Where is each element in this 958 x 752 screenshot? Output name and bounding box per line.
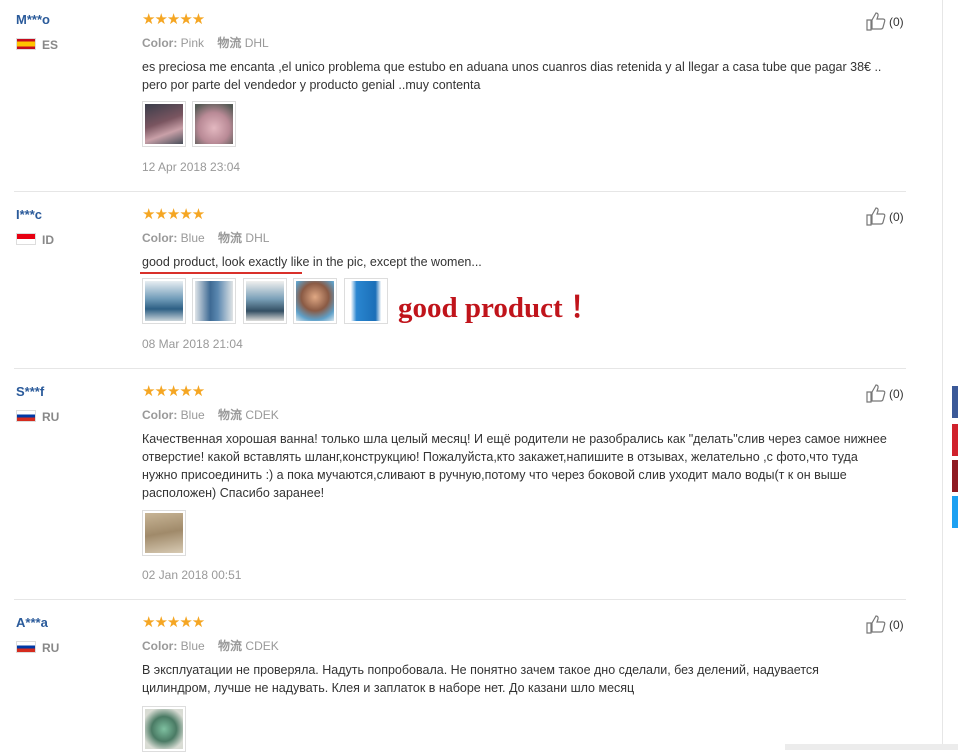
review-photos <box>142 706 188 752</box>
review-date: 08 Mar 2018 21:04 <box>142 337 243 351</box>
logistics-value: CDEK <box>245 408 279 422</box>
logistics-value: DHL <box>244 36 269 50</box>
reviewer-country: RU <box>16 410 59 424</box>
review-photo[interactable] <box>142 706 186 752</box>
divider <box>14 368 906 369</box>
review-photo[interactable] <box>242 278 287 324</box>
flag-id-icon <box>16 233 36 245</box>
review-text: В эксплуатации не проверяла. Надуть попр… <box>142 663 819 695</box>
review-photos <box>142 101 238 147</box>
reviewer-country: ES <box>16 38 58 52</box>
share-button-blue[interactable] <box>952 386 958 418</box>
reviewer-name: A***a <box>16 615 48 630</box>
helpful-count: (0) <box>889 618 904 632</box>
reviewer-country: RU <box>16 641 59 655</box>
thumbs-up-icon <box>866 12 886 31</box>
review-meta: Color: Blue 物流 CDEK <box>142 408 279 422</box>
helpful-button[interactable]: (0) <box>865 614 904 634</box>
review-date: 12 Apr 2018 23:04 <box>142 160 241 174</box>
review-photo[interactable] <box>142 510 186 556</box>
share-button-cyan[interactable] <box>952 496 958 528</box>
helpful-button[interactable]: (0) <box>865 383 904 403</box>
color-value: Pink <box>180 36 205 50</box>
logistics-value: DHL <box>245 231 270 245</box>
review-photos <box>142 278 390 324</box>
helpful-count: (0) <box>889 15 904 29</box>
color-value: Blue <box>180 408 205 422</box>
horizontal-scrollbar[interactable] <box>785 744 958 750</box>
thumbs-up-icon <box>866 207 886 226</box>
helpful-count: (0) <box>889 387 904 401</box>
helpful-count: (0) <box>889 210 904 224</box>
helpful-button[interactable]: (0) <box>865 206 904 226</box>
red-annotation-text: good product ！ <box>398 292 599 324</box>
star-rating: ★★★★★ <box>142 11 205 28</box>
reviewer-name: I***c <box>16 207 43 222</box>
reviewer-name: S***f <box>16 384 45 399</box>
reviewer-country: ID <box>16 233 54 247</box>
review-photo[interactable] <box>343 278 388 324</box>
star-rating: ★★★★★ <box>142 614 205 631</box>
review-text: Качественная хорошая ванна! только шла ц… <box>142 432 887 500</box>
star-rating: ★★★★★ <box>142 206 205 223</box>
review-photo[interactable] <box>142 278 186 324</box>
color-value: Blue <box>180 231 205 245</box>
reviewer-name: M***o <box>16 12 50 27</box>
red-underline-annotation <box>140 272 302 274</box>
share-button-red[interactable] <box>952 424 958 456</box>
thumbs-up-icon <box>866 384 886 403</box>
divider <box>14 599 906 600</box>
divider <box>14 191 906 192</box>
star-rating: ★★★★★ <box>142 383 205 400</box>
review-text: es preciosa me encanta ,el unico problem… <box>142 60 882 92</box>
thumbs-up-icon <box>866 615 886 634</box>
review-photo[interactable] <box>293 278 338 324</box>
share-button-darkred[interactable] <box>952 460 958 492</box>
flag-es-icon <box>16 38 36 50</box>
review-photo[interactable] <box>192 101 237 147</box>
helpful-button[interactable]: (0) <box>865 11 904 31</box>
flag-ru-icon <box>16 641 36 653</box>
page-edge-line <box>942 0 943 750</box>
flag-ru-icon <box>16 410 36 422</box>
review-meta: Color: Pink 物流 DHL <box>142 36 269 50</box>
review-photos <box>142 510 188 556</box>
review-photo[interactable] <box>192 278 237 324</box>
review-meta: Color: Blue 物流 CDEK <box>142 639 279 653</box>
review-meta: Color: Blue 物流 DHL <box>142 231 270 245</box>
review-date: 02 Jan 2018 00:51 <box>142 568 242 582</box>
review-text: good product, look exactly like in the p… <box>142 255 482 269</box>
color-value: Blue <box>180 639 205 653</box>
review-photo[interactable] <box>142 101 186 147</box>
logistics-value: CDEK <box>245 639 279 653</box>
